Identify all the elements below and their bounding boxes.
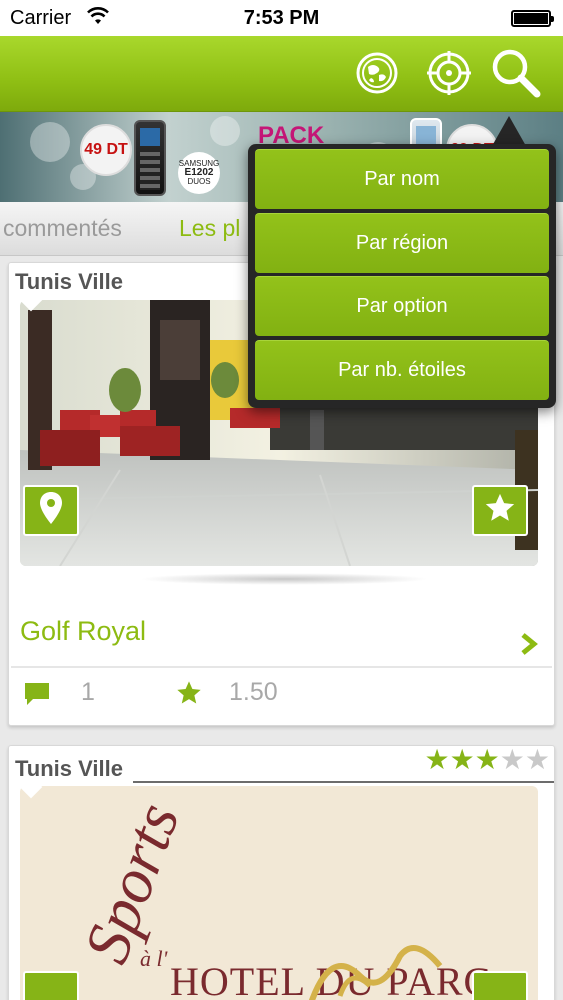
search-options-menu: Par nom Par région Par option Par nb. ét… — [248, 144, 556, 408]
menu-item-by-stars[interactable]: Par nb. étoiles — [255, 339, 549, 400]
map-pin-button[interactable] — [23, 485, 79, 536]
phone-image — [134, 120, 166, 196]
comment-count: 1 — [81, 678, 95, 706]
star-empty-icon: ★ — [499, 745, 525, 775]
star-icon — [483, 491, 517, 530]
logo-text-sports: Sports — [69, 793, 193, 972]
battery-icon — [511, 10, 554, 27]
map-pin-button[interactable] — [23, 971, 79, 1000]
logo-ornament — [309, 945, 443, 1000]
card-divider — [11, 666, 552, 668]
price-badge-left: 49 DT — [80, 124, 132, 176]
map-pin-icon — [38, 491, 64, 530]
globe-button[interactable] — [352, 50, 402, 100]
popover-arrow — [492, 116, 526, 146]
menu-item-by-region[interactable]: Par région — [255, 212, 549, 273]
rating-value: 1.50 — [229, 678, 278, 706]
favorite-button[interactable] — [472, 485, 528, 536]
phone-model-tag: SAMSUNG E1202 DUOS — [178, 152, 220, 194]
globe-icon — [355, 51, 399, 100]
locate-target-icon — [426, 50, 472, 101]
comment-icon — [23, 681, 51, 712]
star-filled-icon: ★ — [424, 745, 450, 775]
search-icon — [489, 47, 541, 104]
chevron-right-icon[interactable] — [520, 633, 538, 660]
hotel-region: Tunis Ville — [9, 752, 133, 785]
status-bar: Carrier 7:53 PM — [0, 0, 563, 36]
hotel-photo[interactable]: Sports à l' HOTEL DU PARC — [20, 786, 538, 1000]
favorite-button[interactable] — [472, 971, 528, 1000]
hotel-region: Tunis Ville — [9, 265, 133, 298]
rating-star-icon — [175, 679, 203, 712]
hotel-name: Golf Royal — [20, 616, 147, 646]
photo-shadow — [139, 573, 429, 585]
star-filled-icon: ★ — [449, 745, 475, 775]
hotel-card[interactable]: Tunis Ville ★ ★ ★ ★ ★ Sports à l' HOTEL … — [8, 745, 555, 1000]
star-rating: ★ ★ ★ ★ ★ — [424, 746, 550, 774]
star-empty-icon: ★ — [524, 745, 550, 775]
clock: 7:53 PM — [243, 7, 320, 29]
menu-item-by-name[interactable]: Par nom — [255, 149, 549, 209]
menu-item-by-option[interactable]: Par option — [255, 276, 549, 336]
search-button[interactable] — [490, 49, 541, 100]
star-filled-icon: ★ — [474, 745, 500, 775]
tab-most-commented[interactable]: commentés — [3, 215, 122, 242]
nav-bar — [0, 36, 563, 112]
locate-button[interactable] — [424, 50, 474, 100]
logo-text-a: à l' — [140, 946, 168, 971]
tab-active[interactable]: Les pl — [179, 215, 240, 242]
